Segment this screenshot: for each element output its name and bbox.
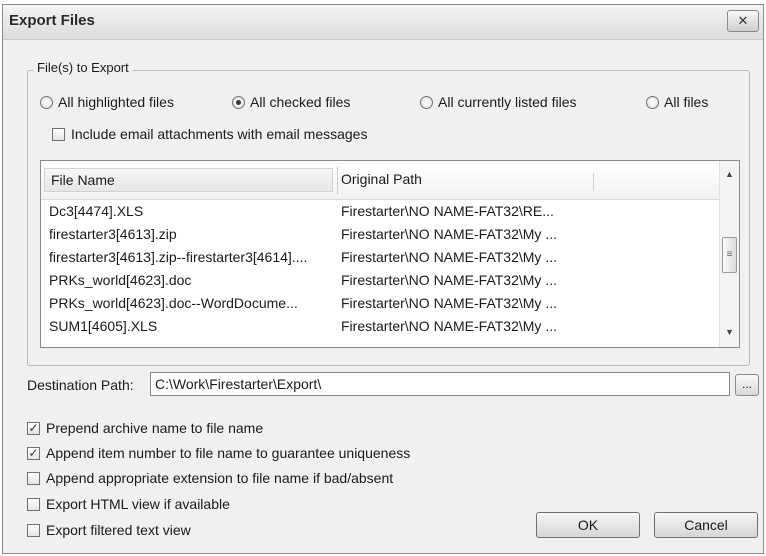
radio-all-checked[interactable]: All checked files <box>232 94 350 110</box>
file-name-cell: PRKs_world[4623].doc <box>49 272 192 288</box>
dialog-title: Export Files <box>9 12 95 29</box>
file-name-cell: PRKs_world[4623].doc--WordDocume... <box>49 295 298 311</box>
close-button[interactable]: ✕ <box>727 10 759 32</box>
table-row[interactable]: firestarter3[4613].zip--firestarter3[461… <box>41 247 721 267</box>
checkbox-label: Prepend archive name to file name <box>46 420 264 436</box>
group-legend: File(s) to Export <box>33 60 133 75</box>
append-extension-checkbox[interactable]: Append appropriate extension to file nam… <box>27 470 393 486</box>
file-list-grid[interactable]: File Name Original Path Dc3[4474].XLS Fi… <box>40 160 740 348</box>
table-row[interactable]: PRKs_world[4623].doc--WordDocume... Fire… <box>41 293 721 313</box>
browse-button[interactable]: ... <box>735 374 759 396</box>
column-header-file-name[interactable]: File Name <box>44 168 333 192</box>
original-path-cell: Firestarter\NO NAME-FAT32\My ... <box>341 318 557 334</box>
title-bar: Export Files ✕ <box>3 5 763 40</box>
original-path-cell: Firestarter\NO NAME-FAT32\My ... <box>341 226 557 242</box>
export-filtered-text-checkbox[interactable]: Export filtered text view <box>27 522 191 538</box>
include-attachments-checkbox[interactable]: Include email attachments with email mes… <box>52 126 367 142</box>
checkbox-box[interactable]: ✓ <box>27 421 40 435</box>
scroll-up-arrow-icon[interactable]: ▲ <box>720 165 739 183</box>
checkbox-label: Include email attachments with email mes… <box>71 126 368 142</box>
checkbox-label: Append appropriate extension to file nam… <box>46 470 394 486</box>
table-row[interactable]: SUM1[4605].XLS Firestarter\NO NAME-FAT32… <box>41 316 721 336</box>
file-name-cell: SUM1[4605].XLS <box>49 318 158 334</box>
prepend-archive-name-checkbox[interactable]: ✓ Prepend archive name to file name <box>27 420 263 436</box>
radio-label: All files <box>664 94 709 110</box>
original-path-cell: Firestarter\NO NAME-FAT32\My ... <box>341 249 557 265</box>
radio-button[interactable] <box>420 95 433 109</box>
radio-all-listed[interactable]: All currently listed files <box>420 94 577 110</box>
radio-label: All checked files <box>250 94 351 110</box>
checkbox-box[interactable] <box>27 523 40 537</box>
radio-all-files[interactable]: All files <box>646 94 708 110</box>
checkbox-label: Append item number to file name to guara… <box>46 445 411 461</box>
file-name-cell: firestarter3[4613].zip--firestarter3[461… <box>49 249 308 265</box>
table-row[interactable]: Dc3[4474].XLS Firestarter\NO NAME-FAT32\… <box>41 201 721 221</box>
original-path-cell: Firestarter\NO NAME-FAT32\My ... <box>341 272 557 288</box>
table-row[interactable]: firestarter3[4613].zip Firestarter\NO NA… <box>41 224 721 244</box>
cancel-button[interactable]: Cancel <box>654 512 758 538</box>
checkbox-box[interactable]: ✓ <box>27 446 40 460</box>
radio-button[interactable] <box>40 95 53 109</box>
radio-label: All highlighted files <box>58 94 174 110</box>
original-path-cell: Firestarter\NO NAME-FAT32\My ... <box>341 295 557 311</box>
destination-path-label: Destination Path: <box>27 377 134 393</box>
file-name-cell: firestarter3[4613].zip <box>49 226 177 242</box>
scroll-down-arrow-icon[interactable]: ▼ <box>720 323 739 341</box>
checkbox-label: Export HTML view if available <box>46 496 230 512</box>
radio-button[interactable] <box>232 95 245 109</box>
scroll-thumb[interactable]: ≡ <box>722 237 737 273</box>
radio-button[interactable] <box>646 95 659 109</box>
ok-button[interactable]: OK <box>536 512 640 538</box>
table-row[interactable]: PRKs_world[4623].doc Firestarter\NO NAME… <box>41 270 721 290</box>
export-html-view-checkbox[interactable]: Export HTML view if available <box>27 496 230 512</box>
file-name-cell: Dc3[4474].XLS <box>49 203 144 219</box>
vertical-scrollbar[interactable]: ▲ ≡ ▼ <box>719 161 739 347</box>
original-path-cell: Firestarter\NO NAME-FAT32\RE... <box>341 203 554 219</box>
column-header-original-path[interactable]: Original Path <box>341 171 422 187</box>
column-divider[interactable] <box>337 167 338 195</box>
checkbox-box[interactable] <box>27 497 40 511</box>
radio-label: All currently listed files <box>438 94 577 110</box>
append-item-number-checkbox[interactable]: ✓ Append item number to file name to gua… <box>27 445 410 461</box>
checkbox-box[interactable] <box>52 127 65 141</box>
radio-all-highlighted[interactable]: All highlighted files <box>40 94 174 110</box>
column-header-label: File Name <box>51 172 115 188</box>
column-divider[interactable] <box>593 173 594 191</box>
checkbox-label: Export filtered text view <box>46 522 191 538</box>
grid-header: File Name Original Path <box>41 161 721 200</box>
destination-path-input[interactable] <box>150 372 730 396</box>
checkbox-box[interactable] <box>27 471 40 485</box>
